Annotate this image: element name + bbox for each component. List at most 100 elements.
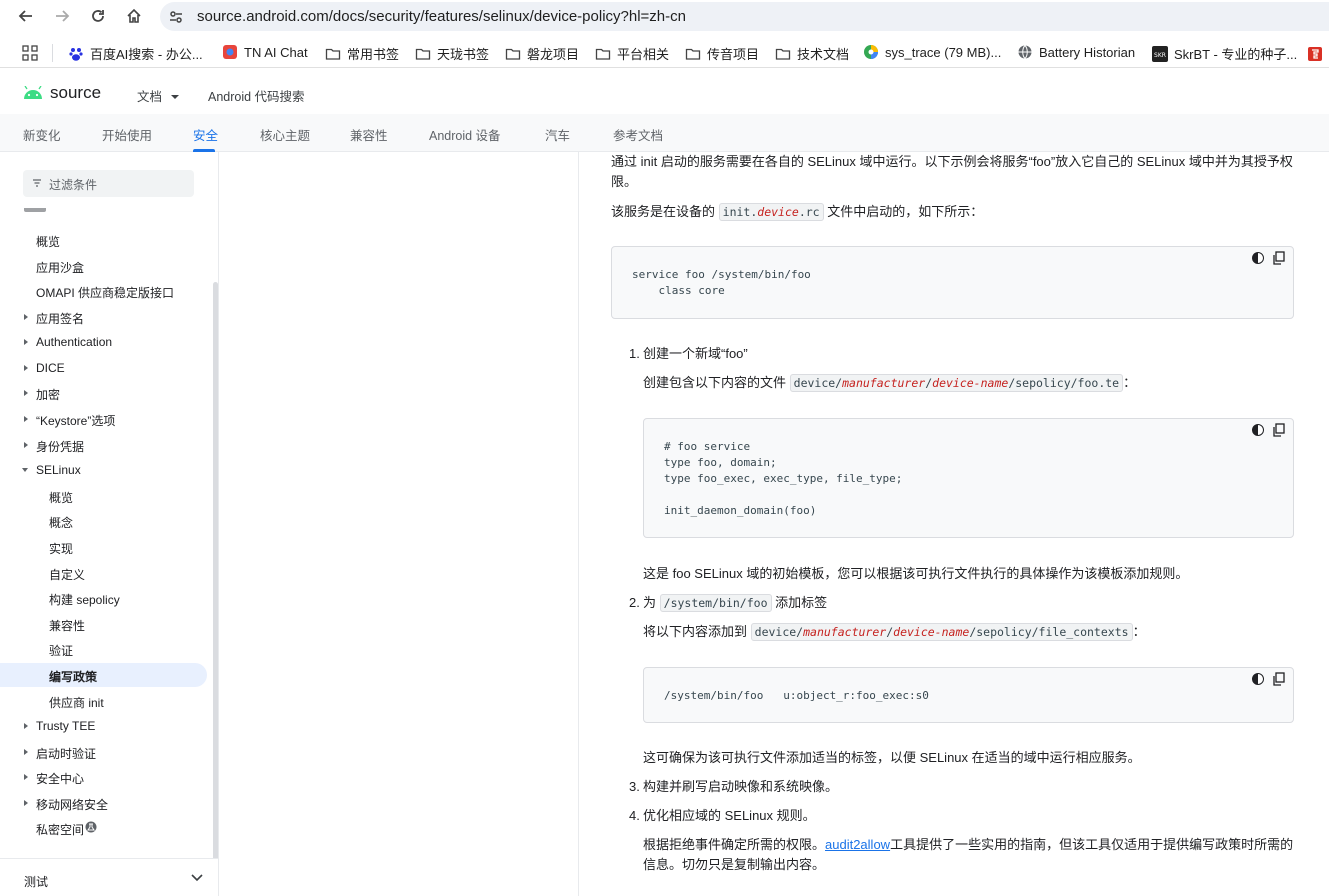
sidebar-item-encryption[interactable]: 加密 <box>0 381 207 405</box>
text-span: ： <box>1132 624 1146 639</box>
url-text[interactable]: source.android.com/docs/security/feature… <box>197 8 686 25</box>
sidebar-item-label: 验证 <box>49 644 74 658</box>
filter-input[interactable]: 过滤条件 <box>23 170 194 197</box>
sidebar-item-private-space[interactable]: 私密空间 <box>0 816 207 840</box>
code-text: service foo /system/bin/foo class core <box>632 268 811 297</box>
bookmark-folder-5[interactable]: 传音项目 <box>685 44 759 63</box>
forward-button[interactable] <box>49 4 75 28</box>
sidebar-item-validate[interactable]: 验证 <box>0 637 207 661</box>
sidebar-item-identity-credential[interactable]: 身份凭据 <box>0 433 207 457</box>
bookmark-baidu[interactable]: 百度AI搜索 - 办公... <box>68 44 203 63</box>
bookmark-folder-1[interactable]: 常用书签 <box>325 44 399 63</box>
init-rc-code: init.device.rc <box>718 203 824 221</box>
tab-getting-started[interactable]: 开始使用 <box>102 125 152 144</box>
address-bar[interactable]: source.android.com/docs/security/feature… <box>160 2 1329 31</box>
bookmark-folder-2[interactable]: 天珑书签 <box>415 44 489 63</box>
sidebar-item-verified-boot[interactable]: 启动时验证 <box>0 740 207 764</box>
sidebar-item-vendor-init[interactable]: 供应商 init <box>0 689 207 713</box>
folder-icon <box>415 48 431 60</box>
theme-toggle-icon[interactable] <box>1251 672 1265 686</box>
docs-menu[interactable]: 文档 <box>137 86 180 105</box>
overflow-bookmark-icon[interactable] <box>1307 46 1323 62</box>
tab-whats-new[interactable]: 新变化 <box>23 125 61 144</box>
sidebar-item-omapi[interactable]: OMAPI 供应商稳定版接口 <box>0 279 207 303</box>
code-block-file-contexts: /system/bin/foo u:object_r:foo_exec:s0 <box>643 667 1294 723</box>
tab-android-devices[interactable]: Android 设备 <box>429 125 501 144</box>
sidebar-item-cellular-security[interactable]: 移动网络安全 <box>0 791 207 815</box>
tab-reference[interactable]: 参考文档 <box>613 125 663 144</box>
text-span: 为 <box>643 595 657 610</box>
sidebar-scrollbar[interactable] <box>213 282 218 896</box>
collapse-arrow-icon <box>22 468 28 472</box>
sidebar-item-selinux-overview[interactable]: 概览 <box>0 484 207 508</box>
site-info-icon[interactable] <box>168 9 184 25</box>
tab-compatibility[interactable]: 兼容性 <box>350 125 388 144</box>
perfetto-icon <box>864 45 878 59</box>
sidebar-section-testing[interactable]: 测试 <box>0 858 218 896</box>
bookmark-folder-4[interactable]: 平台相关 <box>595 44 669 63</box>
home-icon <box>127 8 141 23</box>
text-span: 该服务是在设备的 <box>611 204 716 219</box>
step2-number: 2. <box>629 595 640 610</box>
bookmark-label: 常用书签 <box>347 47 400 62</box>
back-button[interactable] <box>13 4 39 28</box>
sidebar-item-build-sepolicy[interactable]: 构建 sepolicy <box>0 586 207 610</box>
bookmark-sys-trace[interactable]: sys_trace (79 MB)... <box>863 44 1001 60</box>
sidebar-item-compatibility[interactable]: 兼容性 <box>0 612 207 636</box>
bookmark-tn-ai-chat[interactable]: TN AI Chat <box>222 44 308 60</box>
tab-automotive[interactable]: 汽车 <box>545 125 570 144</box>
intro-paragraph: 通过 init 启动的服务需要在各自的 SELinux 域中运行。以下示例会将服… <box>611 154 1293 189</box>
sidebar-item-dice[interactable]: DICE <box>0 356 207 380</box>
copy-icon[interactable] <box>1273 672 1285 686</box>
sidebar-item-security-center[interactable]: 安全中心 <box>0 765 207 789</box>
theme-toggle-icon[interactable] <box>1251 423 1265 437</box>
sidebar-item-label: 兼容性 <box>49 619 86 633</box>
sidebar-item-overview[interactable]: 概览 <box>0 228 207 252</box>
sidebar-item-authentication[interactable]: Authentication <box>0 330 207 354</box>
browser-toolbar: source.android.com/docs/security/feature… <box>0 0 1329 33</box>
folder-icon <box>775 48 791 60</box>
sidebar-item-keystore[interactable]: “Keystore”选项 <box>0 407 207 431</box>
copy-icon[interactable] <box>1273 251 1285 265</box>
folder-icon <box>505 48 521 60</box>
sidebar-item-customize[interactable]: 自定义 <box>0 561 207 585</box>
code-block-service: service foo /system/bin/foo class core <box>611 246 1294 319</box>
bookmark-folder-3[interactable]: 磐龙项目 <box>505 44 579 63</box>
sidebar-item-label: DICE <box>36 361 65 375</box>
step4-title: 优化相应域的 SELinux 规则。 <box>643 808 816 823</box>
sidebar-item-app-signing[interactable]: 应用签名 <box>0 305 207 329</box>
theme-toggle-icon[interactable] <box>1251 251 1265 265</box>
sidebar-item-app-sandbox[interactable]: 应用沙盒 <box>0 254 207 278</box>
bookmark-battery-historian[interactable]: Battery Historian <box>1017 44 1135 60</box>
foo-te-path-code: device/manufacturer/device-name/sepolicy… <box>789 374 1124 392</box>
sidebar-item-writing-policy[interactable]: 编写政策 <box>0 663 207 687</box>
copy-icon[interactable] <box>1273 423 1285 437</box>
home-button[interactable] <box>121 4 147 28</box>
logo-text: source <box>50 83 102 102</box>
reload-button[interactable] <box>85 4 111 28</box>
bookmark-skrbt[interactable]: SKR SkrBT - 专业的种子... <box>1152 44 1297 63</box>
svg-text:SKR: SKR <box>1154 52 1166 59</box>
baidu-icon <box>69 47 83 61</box>
tab-core-topics[interactable]: 核心主题 <box>260 125 310 144</box>
bookmark-folder-6[interactable]: 技术文档 <box>775 44 849 63</box>
expand-arrow-icon <box>24 774 28 780</box>
step4-description: 根据拒绝事件确定所需的权限。audit2allow工具提供了一些实用的指南，但该… <box>643 835 1298 875</box>
sidebar-item-implement[interactable]: 实现 <box>0 535 207 559</box>
sidebar-item-trusty-tee[interactable]: Trusty TEE <box>0 714 207 738</box>
apps-grid-icon[interactable] <box>22 45 38 61</box>
step3-number: 3. <box>629 779 640 794</box>
text-span: 创建包含以下内容的文件 <box>643 375 787 390</box>
audit2allow-link[interactable]: audit2allow <box>825 837 890 852</box>
bookmark-label: 技术文档 <box>797 47 850 62</box>
step2-description: 将以下内容添加到 device/manufacturer/device-name… <box>643 622 1146 642</box>
tab-security[interactable]: 安全 <box>193 125 218 144</box>
code-search-link[interactable]: Android 代码搜索 <box>208 86 305 105</box>
sidebar-item-concepts[interactable]: 概念 <box>0 509 207 533</box>
sidebar-item-selinux[interactable]: SELinux <box>0 458 207 482</box>
bookmarks-bar: 百度AI搜索 - 办公... TN AI Chat 常用书签 天珑书签 磐龙项目… <box>0 38 1329 68</box>
bookmark-label: 磐龙项目 <box>527 47 580 62</box>
code-tools <box>1251 672 1285 686</box>
site-logo[interactable]: source <box>22 83 101 103</box>
step1-number: 1. <box>629 346 640 361</box>
